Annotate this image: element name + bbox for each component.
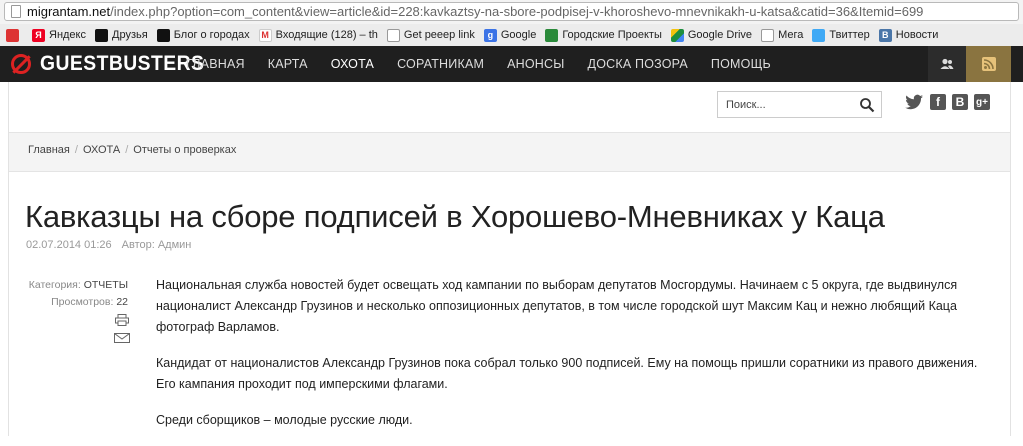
email-icon[interactable]	[114, 332, 130, 344]
spy-icon	[95, 28, 108, 42]
bookmark-news[interactable]: B Новости	[878, 28, 938, 42]
bookmark-blog[interactable]: Блог о городах	[156, 28, 250, 42]
article-paragraph: Кандидат от националистов Александр Груз…	[156, 356, 978, 391]
article-info: Категория: ОТЧЕТЫ Просмотров: 22	[9, 277, 128, 311]
bookmark-drive[interactable]: Google Drive	[670, 28, 752, 42]
search-icon[interactable]	[859, 97, 875, 113]
bookmark-peeep[interactable]: Get peeep link	[386, 28, 475, 42]
nav-map[interactable]: КАРТА	[268, 57, 308, 71]
social-links: f B g+	[904, 94, 996, 110]
page-icon	[386, 28, 400, 42]
no-ghost-icon	[10, 53, 36, 75]
breadcrumb-separator: /	[74, 144, 78, 156]
vk-icon[interactable]: B	[952, 94, 968, 110]
article-meta: 02.07.2014 01:26 Автор: Админ	[26, 239, 191, 251]
vk-icon: B	[878, 28, 892, 42]
nav-hunt[interactable]: ОХОТА	[331, 57, 374, 71]
users-icon	[940, 58, 954, 69]
breadcrumb-separator: /	[125, 144, 129, 156]
apps-icon	[6, 28, 19, 42]
url-field[interactable]: migrantam.net/index.php?option=com_conte…	[4, 2, 1019, 21]
breadcrumb: Главная / ОХОТА / Отчеты о проверках	[28, 144, 236, 156]
site-nav: GUESTBUSTERS ГЛАВНАЯ КАРТА ОХОТА СОРАТНИ…	[0, 46, 1023, 82]
breadcrumb-hunt[interactable]: ОХОТА	[83, 144, 120, 156]
bookmark-inbox[interactable]: M Входящие (128) – th	[258, 28, 378, 42]
article-author: Автор: Админ	[121, 239, 192, 251]
spy-icon	[156, 28, 170, 42]
twitter-icon[interactable]	[904, 94, 924, 110]
rss-icon	[981, 57, 996, 71]
content-panel: f B g+ Главная/ОХОТА/Отчеты о проверках …	[8, 82, 1011, 436]
category-row: Категория: ОТЧЕТЫ	[28, 279, 128, 291]
url-text: migrantam.net/index.php?option=com_conte…	[27, 4, 924, 19]
article-paragraph: Среди сборщиков – молодые русские люди.	[156, 413, 413, 427]
bookmark-projects[interactable]: Городские Проекты	[545, 28, 662, 42]
bookmark-yandex[interactable]: Я Яндекс	[32, 28, 86, 42]
page-icon	[11, 5, 21, 18]
gmail-icon: M	[258, 28, 272, 42]
yandex-icon: Я	[32, 28, 45, 42]
nav-home[interactable]: ГЛАВНАЯ	[186, 57, 245, 71]
search-input[interactable]	[726, 96, 846, 113]
bookmark-apps[interactable]	[6, 28, 23, 42]
print-icon[interactable]	[115, 314, 129, 326]
login-button[interactable]	[928, 46, 966, 82]
search-box	[717, 91, 882, 118]
nav-shame-board[interactable]: ДОСКА ПОЗОРА	[588, 57, 688, 71]
breadcrumb-bar: Главная / ОХОТА / Отчеты о проверках	[9, 132, 1010, 172]
article-paragraph: Национальная служба новостей будет освещ…	[156, 278, 958, 334]
bookmark-twitter[interactable]: Твиттер	[812, 28, 870, 42]
bookmark-mega[interactable]: Мега	[761, 28, 803, 42]
article-title: Кавказцы на сборе подписей в Хорошево-Мн…	[25, 199, 885, 234]
bookmark-friends[interactable]: Друзья	[95, 28, 148, 42]
article-date: 02.07.2014 01:26	[26, 239, 112, 251]
page-icon	[761, 28, 775, 42]
facebook-icon[interactable]: f	[930, 94, 946, 110]
google-icon: g	[483, 28, 497, 42]
article-body: Национальная служба новостей будет освещ…	[156, 275, 986, 446]
views-row: Просмотров: 22	[51, 296, 128, 308]
twitter-icon	[812, 28, 826, 42]
google-drive-icon	[670, 28, 684, 42]
nav-announcements[interactable]: АНОНСЫ	[507, 57, 564, 71]
main-menu: ГЛАВНАЯ КАРТА ОХОТА СОРАТНИКАМ АНОНСЫ ДО…	[186, 46, 794, 82]
nav-allies[interactable]: СОРАТНИКАМ	[397, 57, 484, 71]
rss-button[interactable]	[966, 46, 1011, 82]
bookmarks-bar: Я Яндекс Друзья Блог о городах M Входящие …	[0, 24, 1023, 47]
projects-icon	[545, 28, 559, 42]
breadcrumb-current: Отчеты о проверках	[133, 144, 237, 156]
breadcrumb-home[interactable]: Главная	[28, 144, 70, 156]
category-link[interactable]: ОТЧЕТЫ	[84, 279, 128, 291]
google-plus-icon[interactable]: g+	[974, 94, 990, 110]
nav-help[interactable]: ПОМОЩЬ	[711, 57, 771, 71]
bookmark-google[interactable]: g Google	[483, 28, 536, 42]
address-bar: migrantam.net/index.php?option=com_conte…	[0, 0, 1023, 25]
